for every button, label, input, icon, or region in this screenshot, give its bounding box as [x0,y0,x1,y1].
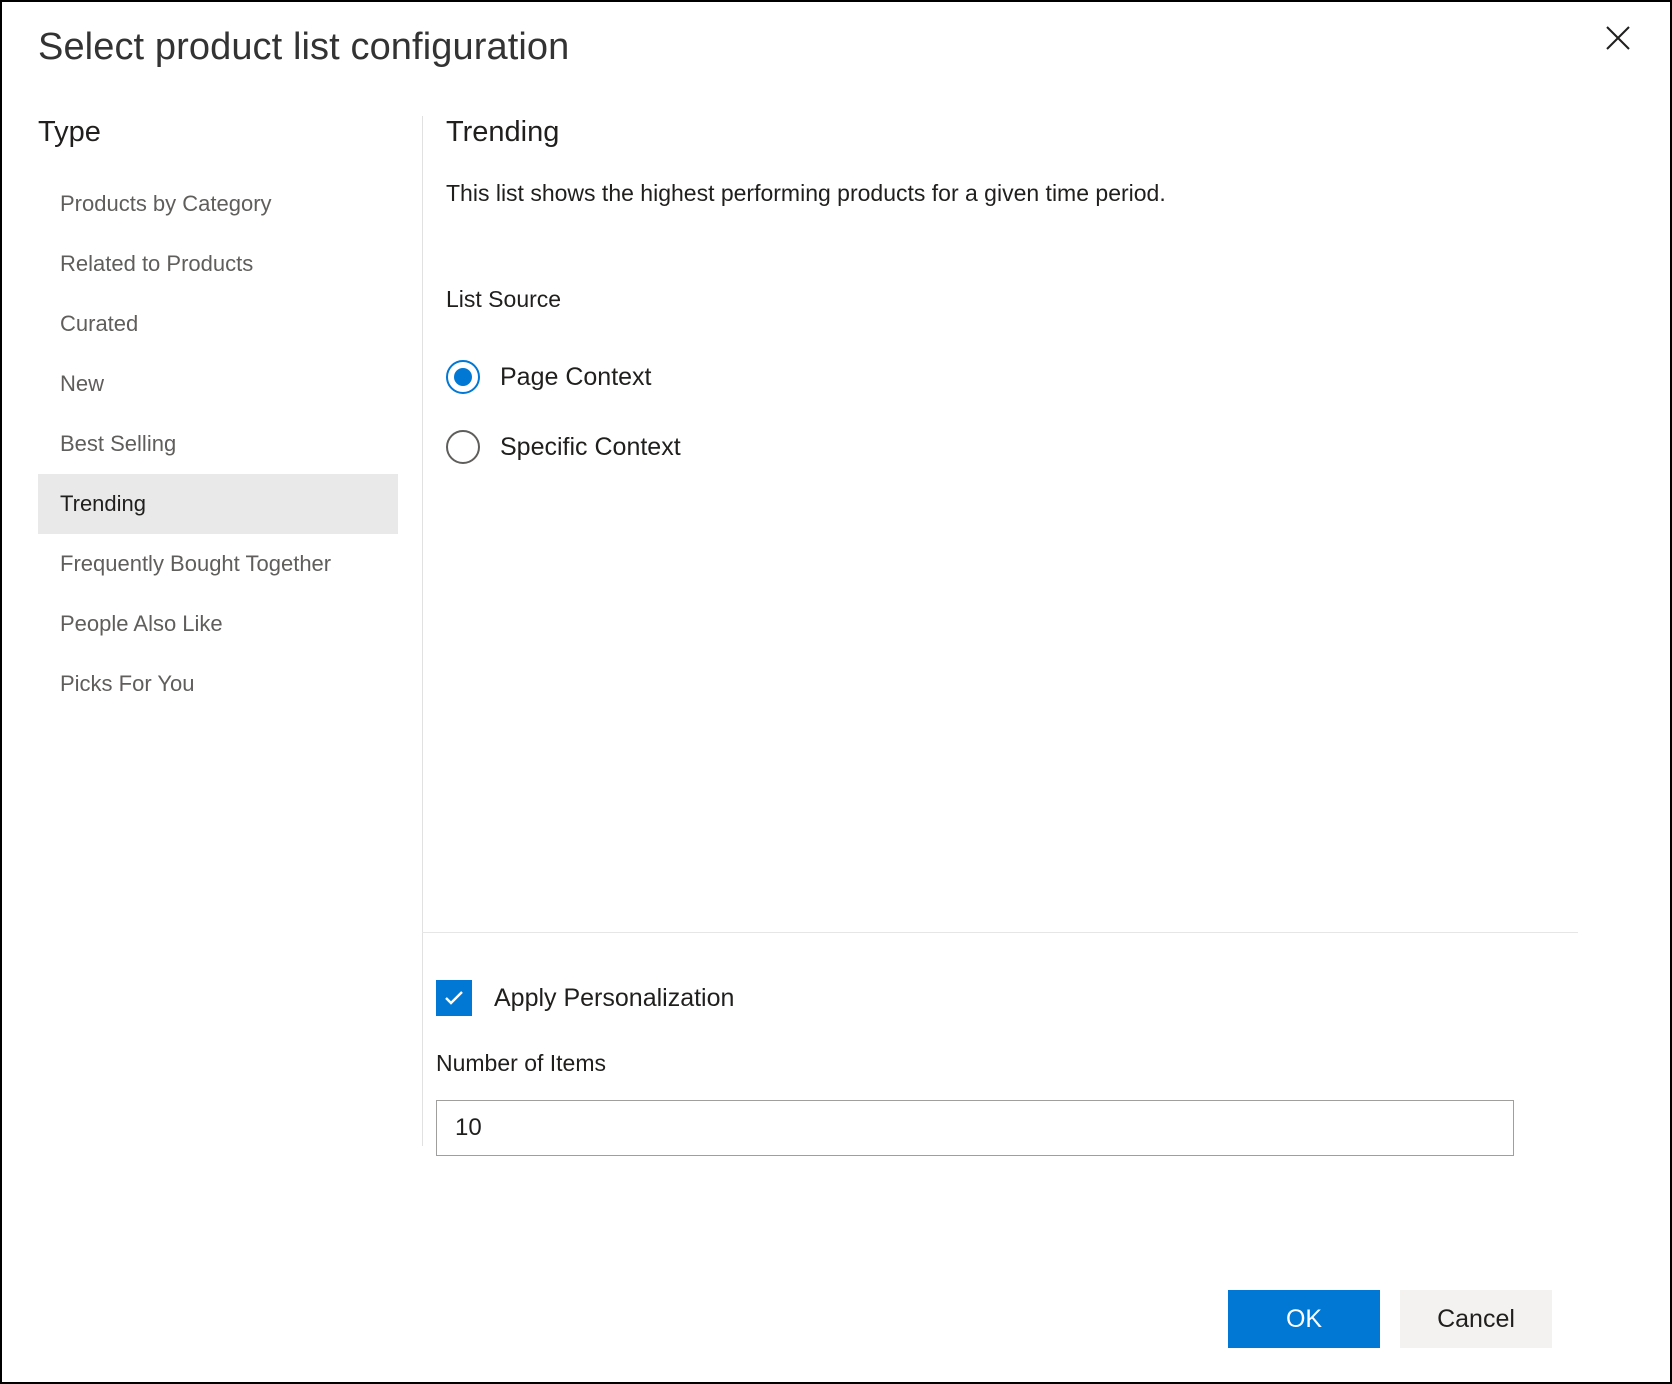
type-item-curated[interactable]: Curated [38,294,398,354]
close-button[interactable] [1596,16,1640,60]
detail-panel-heading: Trending [446,116,559,149]
apply-personalization-checkbox[interactable]: Apply Personalization [436,980,734,1016]
section-divider [422,932,1578,933]
radio-page-context[interactable]: Page Context [446,342,1146,412]
dialog-body: Type Products by Category Related to Pro… [2,102,1670,1382]
apply-personalization-label: Apply Personalization [494,984,734,1013]
detail-panel: Trending This list shows the highest per… [422,102,1670,1382]
ok-button[interactable]: OK [1228,1290,1380,1348]
type-item-related-to-products[interactable]: Related to Products [38,234,398,294]
checkbox-checked-box [436,980,472,1016]
type-panel-heading: Type [38,116,101,149]
number-of-items-input[interactable] [436,1100,1514,1156]
type-item-trending[interactable]: Trending [38,474,398,534]
list-source-radio-group: Page Context Specific Context [446,342,1146,482]
radio-specific-context-label: Specific Context [500,433,681,462]
type-item-frequently-bought-together[interactable]: Frequently Bought Together [38,534,398,594]
list-source-label: List Source [446,286,561,313]
type-list: Products by Category Related to Products… [38,174,398,714]
radio-page-context-label: Page Context [500,363,652,392]
type-item-products-by-category[interactable]: Products by Category [38,174,398,234]
type-item-people-also-like[interactable]: People Also Like [38,594,398,654]
dialog-title: Select product list configuration [38,26,569,69]
radio-selected-icon [446,360,480,394]
number-of-items-label: Number of Items [436,1050,606,1077]
type-item-picks-for-you[interactable]: Picks For You [38,654,398,714]
type-item-new[interactable]: New [38,354,398,414]
radio-unselected-icon [446,430,480,464]
radio-specific-context[interactable]: Specific Context [446,412,1146,482]
select-product-list-configuration-dialog: Select product list configuration Type P… [0,0,1672,1384]
type-item-best-selling[interactable]: Best Selling [38,414,398,474]
close-icon [1603,23,1633,53]
detail-panel-description: This list shows the highest performing p… [446,180,1166,207]
dialog-footer: OK Cancel [2,1272,1670,1382]
cancel-button[interactable]: Cancel [1400,1290,1552,1348]
